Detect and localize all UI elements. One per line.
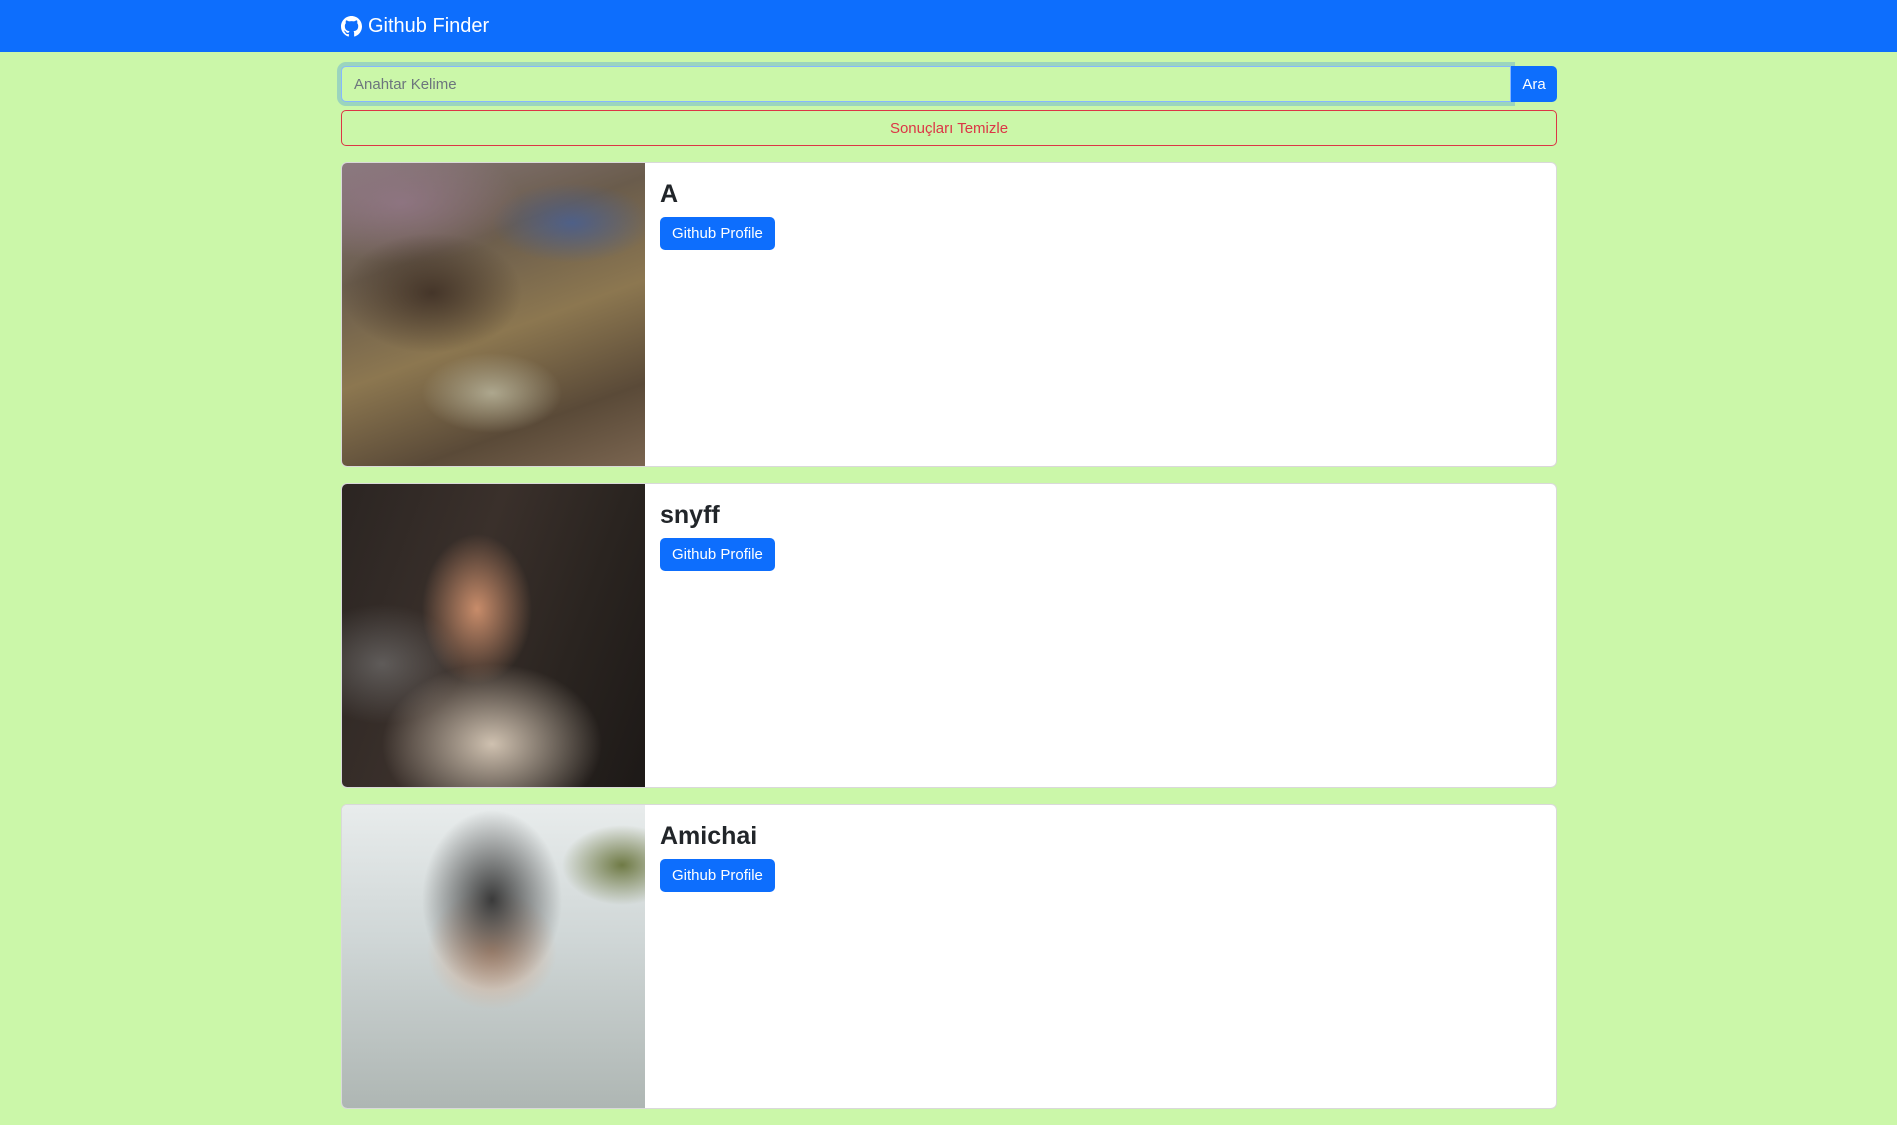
user-login: A (660, 180, 679, 208)
brand-text: Github Finder (368, 14, 490, 37)
card-body: A Github Profile (645, 163, 790, 466)
search-form: Ara (341, 66, 1557, 102)
github-profile-button[interactable]: Github Profile (660, 859, 775, 892)
user-avatar (342, 805, 645, 1108)
card-body: Amichai Github Profile (645, 805, 790, 1108)
clear-results-button[interactable]: Sonuçları Temizle (341, 110, 1557, 146)
card-body: snyff Github Profile (645, 484, 790, 787)
user-login: Amichai (660, 822, 758, 850)
results-list: A Github Profile snyff Github Profile Am… (341, 162, 1557, 1109)
github-profile-button[interactable]: Github Profile (660, 217, 775, 250)
navbar: Github Finder (0, 0, 1897, 52)
user-avatar (342, 163, 645, 466)
main-container: Ara Sonuçları Temizle A Github Profile s… (341, 66, 1557, 1125)
user-card: A Github Profile (341, 162, 1557, 467)
search-input[interactable] (341, 66, 1511, 102)
github-icon (341, 15, 362, 37)
search-button[interactable]: Ara (1511, 66, 1557, 102)
user-avatar (342, 484, 645, 787)
user-login: snyff (660, 501, 720, 529)
user-card: snyff Github Profile (341, 483, 1557, 788)
github-profile-button[interactable]: Github Profile (660, 538, 775, 571)
brand-link[interactable]: Github Finder (341, 15, 489, 38)
user-card: Amichai Github Profile (341, 804, 1557, 1109)
